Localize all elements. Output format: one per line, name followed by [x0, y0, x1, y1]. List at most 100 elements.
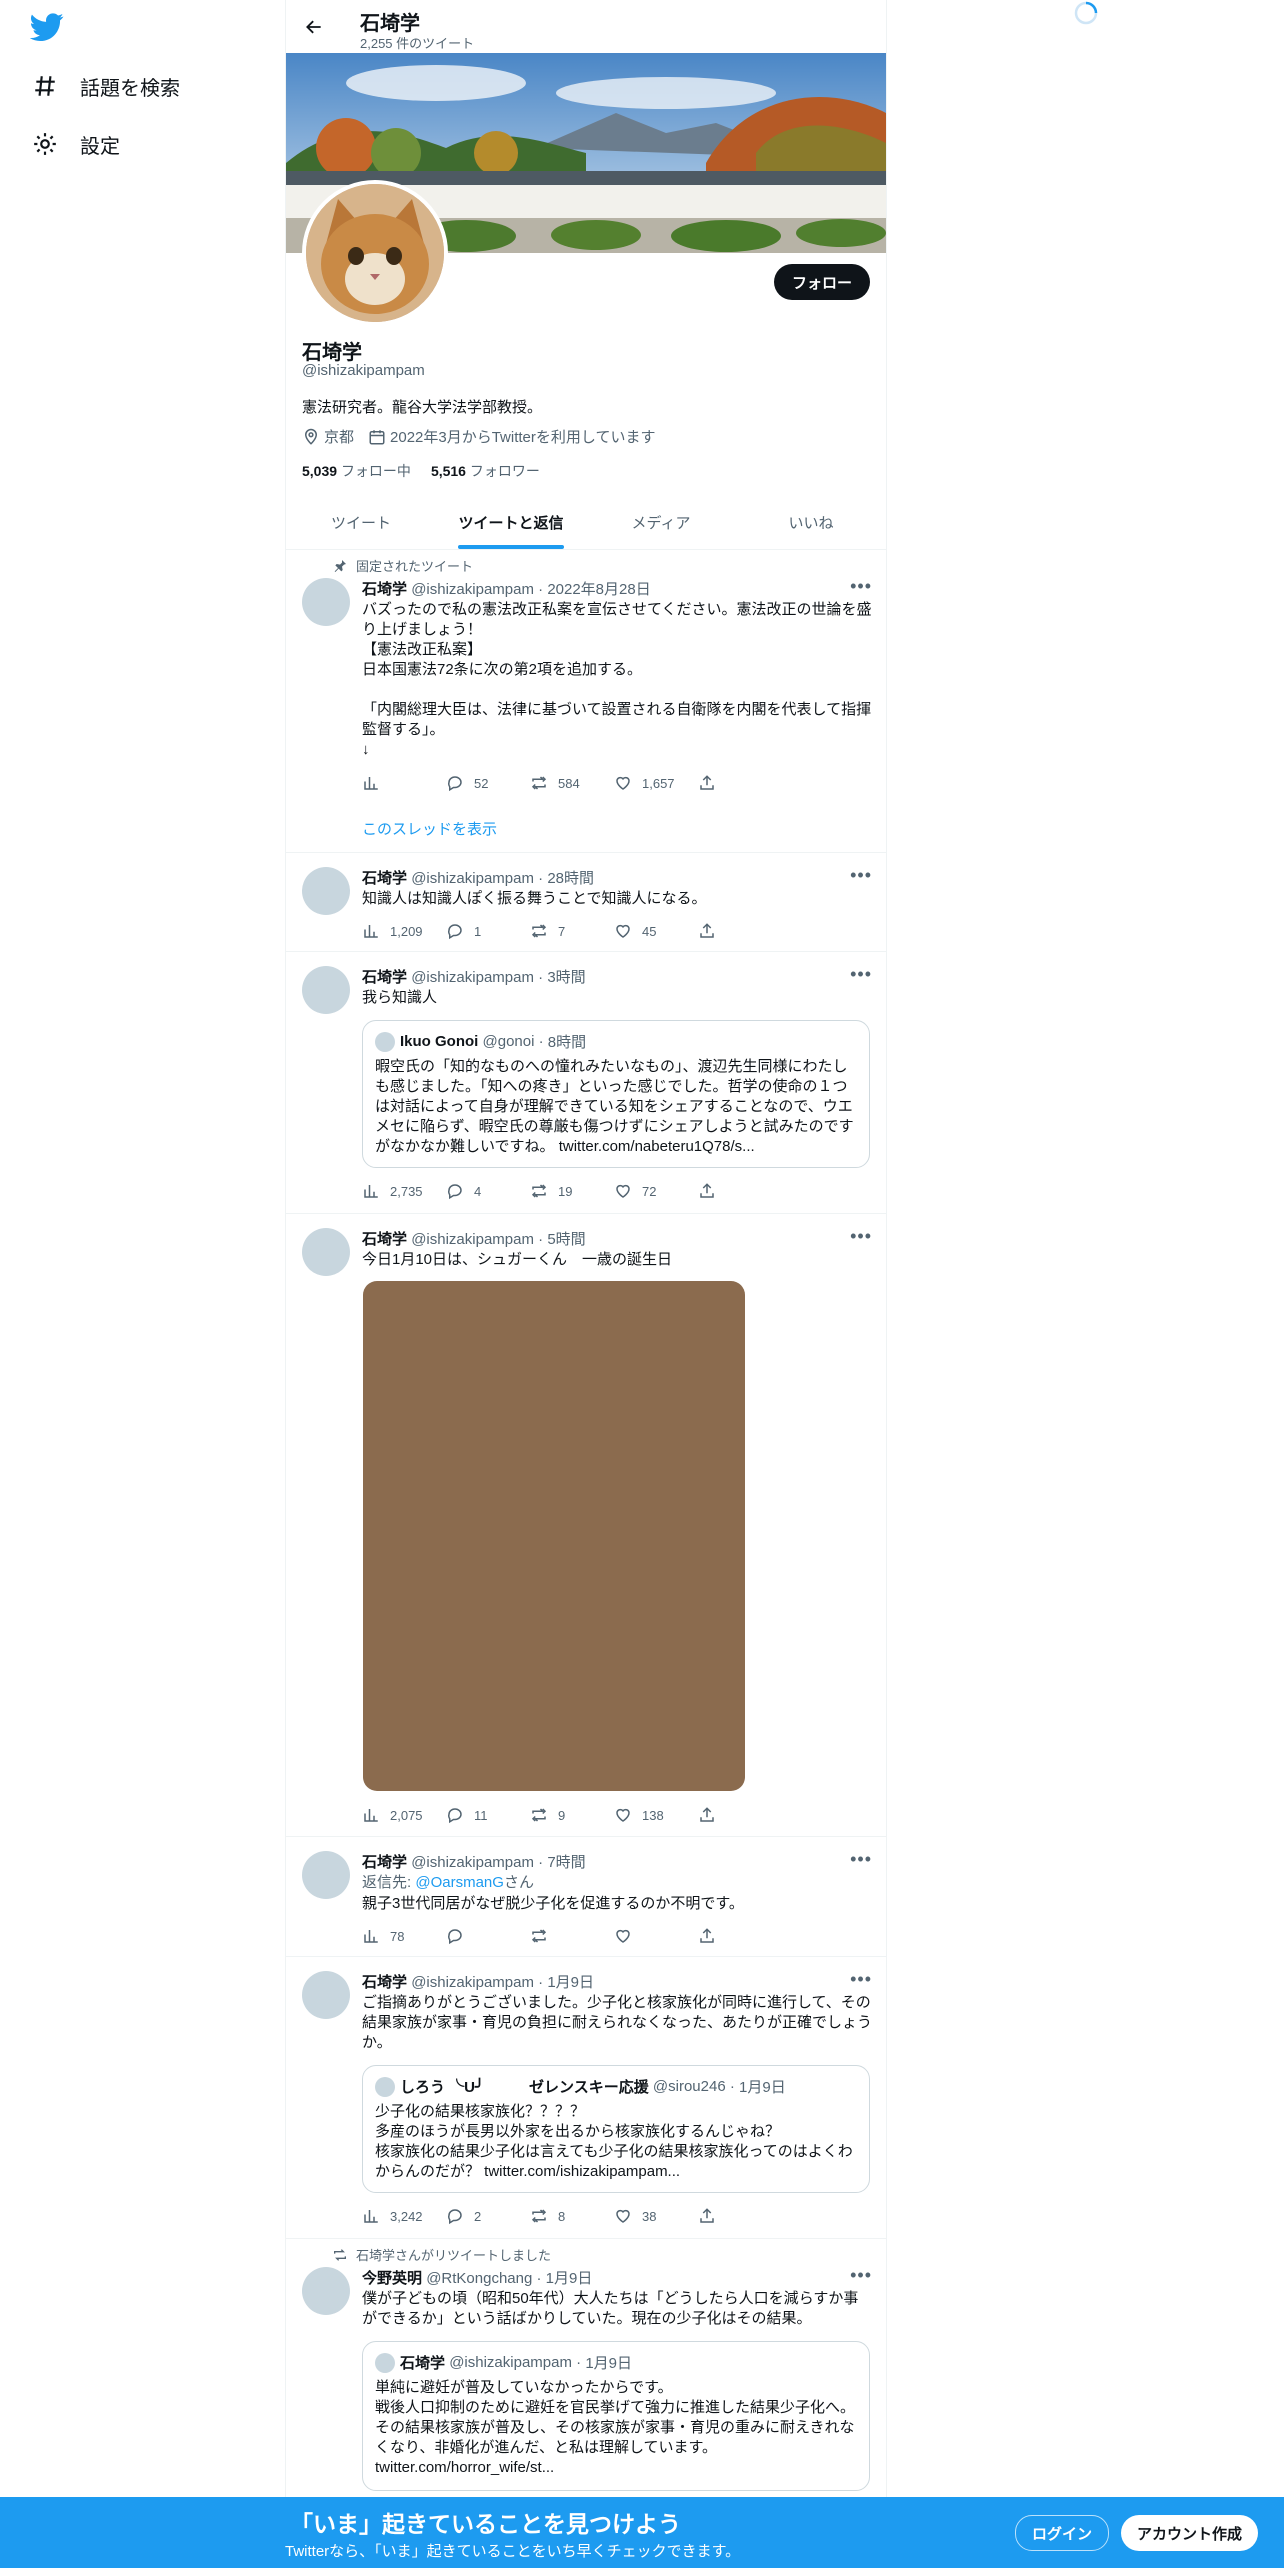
reply-icon: [448, 776, 462, 792]
author-name[interactable]: 石埼学: [362, 1854, 407, 1871]
retweet-button[interactable]: 584: [530, 774, 614, 792]
tweet-item[interactable]: 石埼学 @ishizakipampam · 28時間 ••• 知識人は知識人ぽく…: [286, 853, 886, 952]
retweet-context: 石埼学さんがリツイートしました: [332, 2245, 551, 2264]
tab-likes[interactable]: いいね: [736, 496, 886, 549]
share-button[interactable]: [698, 1182, 782, 1200]
reply-button[interactable]: 11: [446, 1806, 530, 1824]
quoted-author-handle: @gonoi: [482, 1033, 535, 1050]
more-icon[interactable]: •••: [850, 865, 872, 886]
retweet-button[interactable]: 8: [530, 2207, 614, 2225]
tweet-item[interactable]: 石埼学 @ishizakipampam · 1月9日 ••• ご指摘ありがとうご…: [286, 1957, 886, 2239]
tweet-item[interactable]: 石埼学 @ishizakipampam · 7時間 ••• 返信先: @Oars…: [286, 1837, 886, 1957]
quoted-tweet[interactable]: Ikuo Gonoi @gonoi · 8時間 暇空氏の「知的なものへの憧れみた…: [362, 1020, 870, 1168]
signup-banner-title: 「いま」起きていることを見つけよう: [290, 2511, 681, 2537]
like-button[interactable]: 38: [614, 2207, 698, 2225]
twitter-logo-icon[interactable]: [29, 10, 70, 50]
retweet-button[interactable]: 19: [530, 1182, 614, 1200]
reply-button[interactable]: 52: [446, 774, 530, 792]
tweet-time[interactable]: 5時間: [547, 1231, 585, 1248]
like-button[interactable]: 45: [614, 922, 698, 940]
like-button[interactable]: 72: [614, 1182, 698, 1200]
avatar[interactable]: [302, 966, 350, 1014]
tab-media[interactable]: メディア: [586, 496, 736, 549]
reply-button[interactable]: 2: [446, 2207, 530, 2225]
more-icon[interactable]: •••: [850, 1226, 872, 1247]
back-button[interactable]: [298, 11, 330, 43]
retweet-button[interactable]: 9: [530, 1806, 614, 1824]
tab-tweets[interactable]: ツイート: [286, 496, 436, 549]
author-name[interactable]: 石埼学: [362, 870, 407, 887]
tweet-item[interactable]: 石埼学 @ishizakipampam · 3時間 ••• 我ら知識人 Ikuo…: [286, 952, 886, 1214]
avatar[interactable]: [302, 1971, 350, 2019]
profile-bio: 憲法研究者。龍谷大学法学部教授。: [302, 399, 543, 416]
like-button[interactable]: 138: [614, 1806, 698, 1824]
more-icon[interactable]: •••: [850, 576, 872, 597]
avatar[interactable]: [302, 2267, 350, 2315]
quoted-author-handle: @sirou246: [652, 2078, 726, 2095]
reply-button[interactable]: [446, 1927, 530, 1945]
tweet-text: 今日1月10日は、シュガーくん 一歳の誕生日: [362, 1251, 673, 1268]
location-pin-icon: [304, 428, 318, 445]
following-link[interactable]: 5,039 フォロー中: [302, 461, 411, 481]
quoted-tweet[interactable]: しろう ╰U╯ ゼレンスキー応援 @sirou246 · 1月9日 少子化の結果…: [362, 2065, 870, 2193]
views-button[interactable]: 78: [362, 1927, 446, 1945]
tab-tweets-and-replies[interactable]: ツイートと返信: [436, 496, 586, 549]
show-thread-link[interactable]: このスレッドを表示: [362, 818, 497, 839]
share-icon: [700, 1807, 714, 1822]
views-button[interactable]: 2,075: [362, 1806, 446, 1824]
like-button[interactable]: [614, 1927, 698, 1945]
chart-icon: [364, 2210, 378, 2223]
quoted-tweet[interactable]: 石埼学 @ishizakipampam · 1月9日 単純に避妊が普及していなか…: [362, 2341, 870, 2491]
author-name[interactable]: 石埼学: [362, 1231, 407, 1248]
more-icon[interactable]: •••: [850, 2265, 872, 2286]
follow-button[interactable]: フォロー: [773, 264, 870, 300]
reply-button[interactable]: 4: [446, 1182, 530, 1200]
author-name[interactable]: 石埼学: [362, 1974, 407, 1991]
nav-settings[interactable]: 設定: [32, 124, 120, 164]
chart-icon: [364, 1809, 378, 1822]
avatar[interactable]: [302, 578, 350, 626]
more-icon[interactable]: •••: [850, 1849, 872, 1870]
retweet-button[interactable]: 7: [530, 922, 614, 940]
author-name[interactable]: 石埼学: [362, 969, 407, 986]
signup-button[interactable]: アカウント作成: [1121, 2515, 1259, 2551]
tweet-item[interactable]: 石埼学 @ishizakipampam · 5時間 ••• 今日1月10日は、シ…: [286, 1214, 886, 1837]
like-button[interactable]: 1,657: [614, 774, 698, 792]
avatar[interactable]: [302, 1851, 350, 1899]
retweet-button[interactable]: [530, 1927, 614, 1945]
author-name[interactable]: 石埼学: [362, 581, 407, 598]
more-icon[interactable]: •••: [850, 1969, 872, 1990]
reply-icon: [448, 2209, 462, 2225]
views-button[interactable]: 1,209: [362, 922, 446, 940]
share-button[interactable]: [698, 1806, 782, 1824]
share-button[interactable]: [698, 774, 782, 792]
profile-avatar[interactable]: [302, 180, 448, 326]
retweet-icon: [334, 2248, 346, 2261]
tweet-time[interactable]: 3時間: [547, 969, 585, 986]
tweet-time[interactable]: 2022年8月28日: [547, 581, 650, 598]
tweet-item[interactable]: 固定されたツイート 石埼学 @ishizakipampam · 2022年8月2…: [286, 550, 886, 853]
tweet-time[interactable]: 1月9日: [546, 2270, 593, 2287]
reply-icon: [448, 1808, 462, 1824]
tweet-time[interactable]: 28時間: [547, 870, 594, 887]
followers-label: フォロワー: [469, 463, 540, 479]
tweet-time[interactable]: 7時間: [547, 1854, 585, 1871]
views-button[interactable]: 2,735: [362, 1182, 446, 1200]
share-button[interactable]: [698, 1927, 782, 1945]
tweet-time[interactable]: 1月9日: [547, 1974, 594, 1991]
following-count: 5,039: [302, 463, 338, 479]
share-button[interactable]: [698, 922, 782, 940]
avatar[interactable]: [302, 1228, 350, 1276]
author-name[interactable]: 今野英明: [362, 2270, 422, 2287]
followers-link[interactable]: 5,516 フォロワー: [431, 461, 540, 481]
share-button[interactable]: [698, 2207, 782, 2225]
nav-explore[interactable]: 話題を検索: [32, 66, 180, 106]
more-icon[interactable]: •••: [850, 964, 872, 985]
reply-button[interactable]: 1: [446, 922, 530, 940]
avatar[interactable]: [302, 867, 350, 915]
login-button[interactable]: ログイン: [1015, 2515, 1110, 2551]
views-button[interactable]: [362, 774, 446, 792]
views-button[interactable]: 3,242: [362, 2207, 446, 2225]
tweet-media-image[interactable]: [363, 1281, 745, 1791]
reply-to-link[interactable]: @OarsmanG: [415, 1874, 504, 1891]
